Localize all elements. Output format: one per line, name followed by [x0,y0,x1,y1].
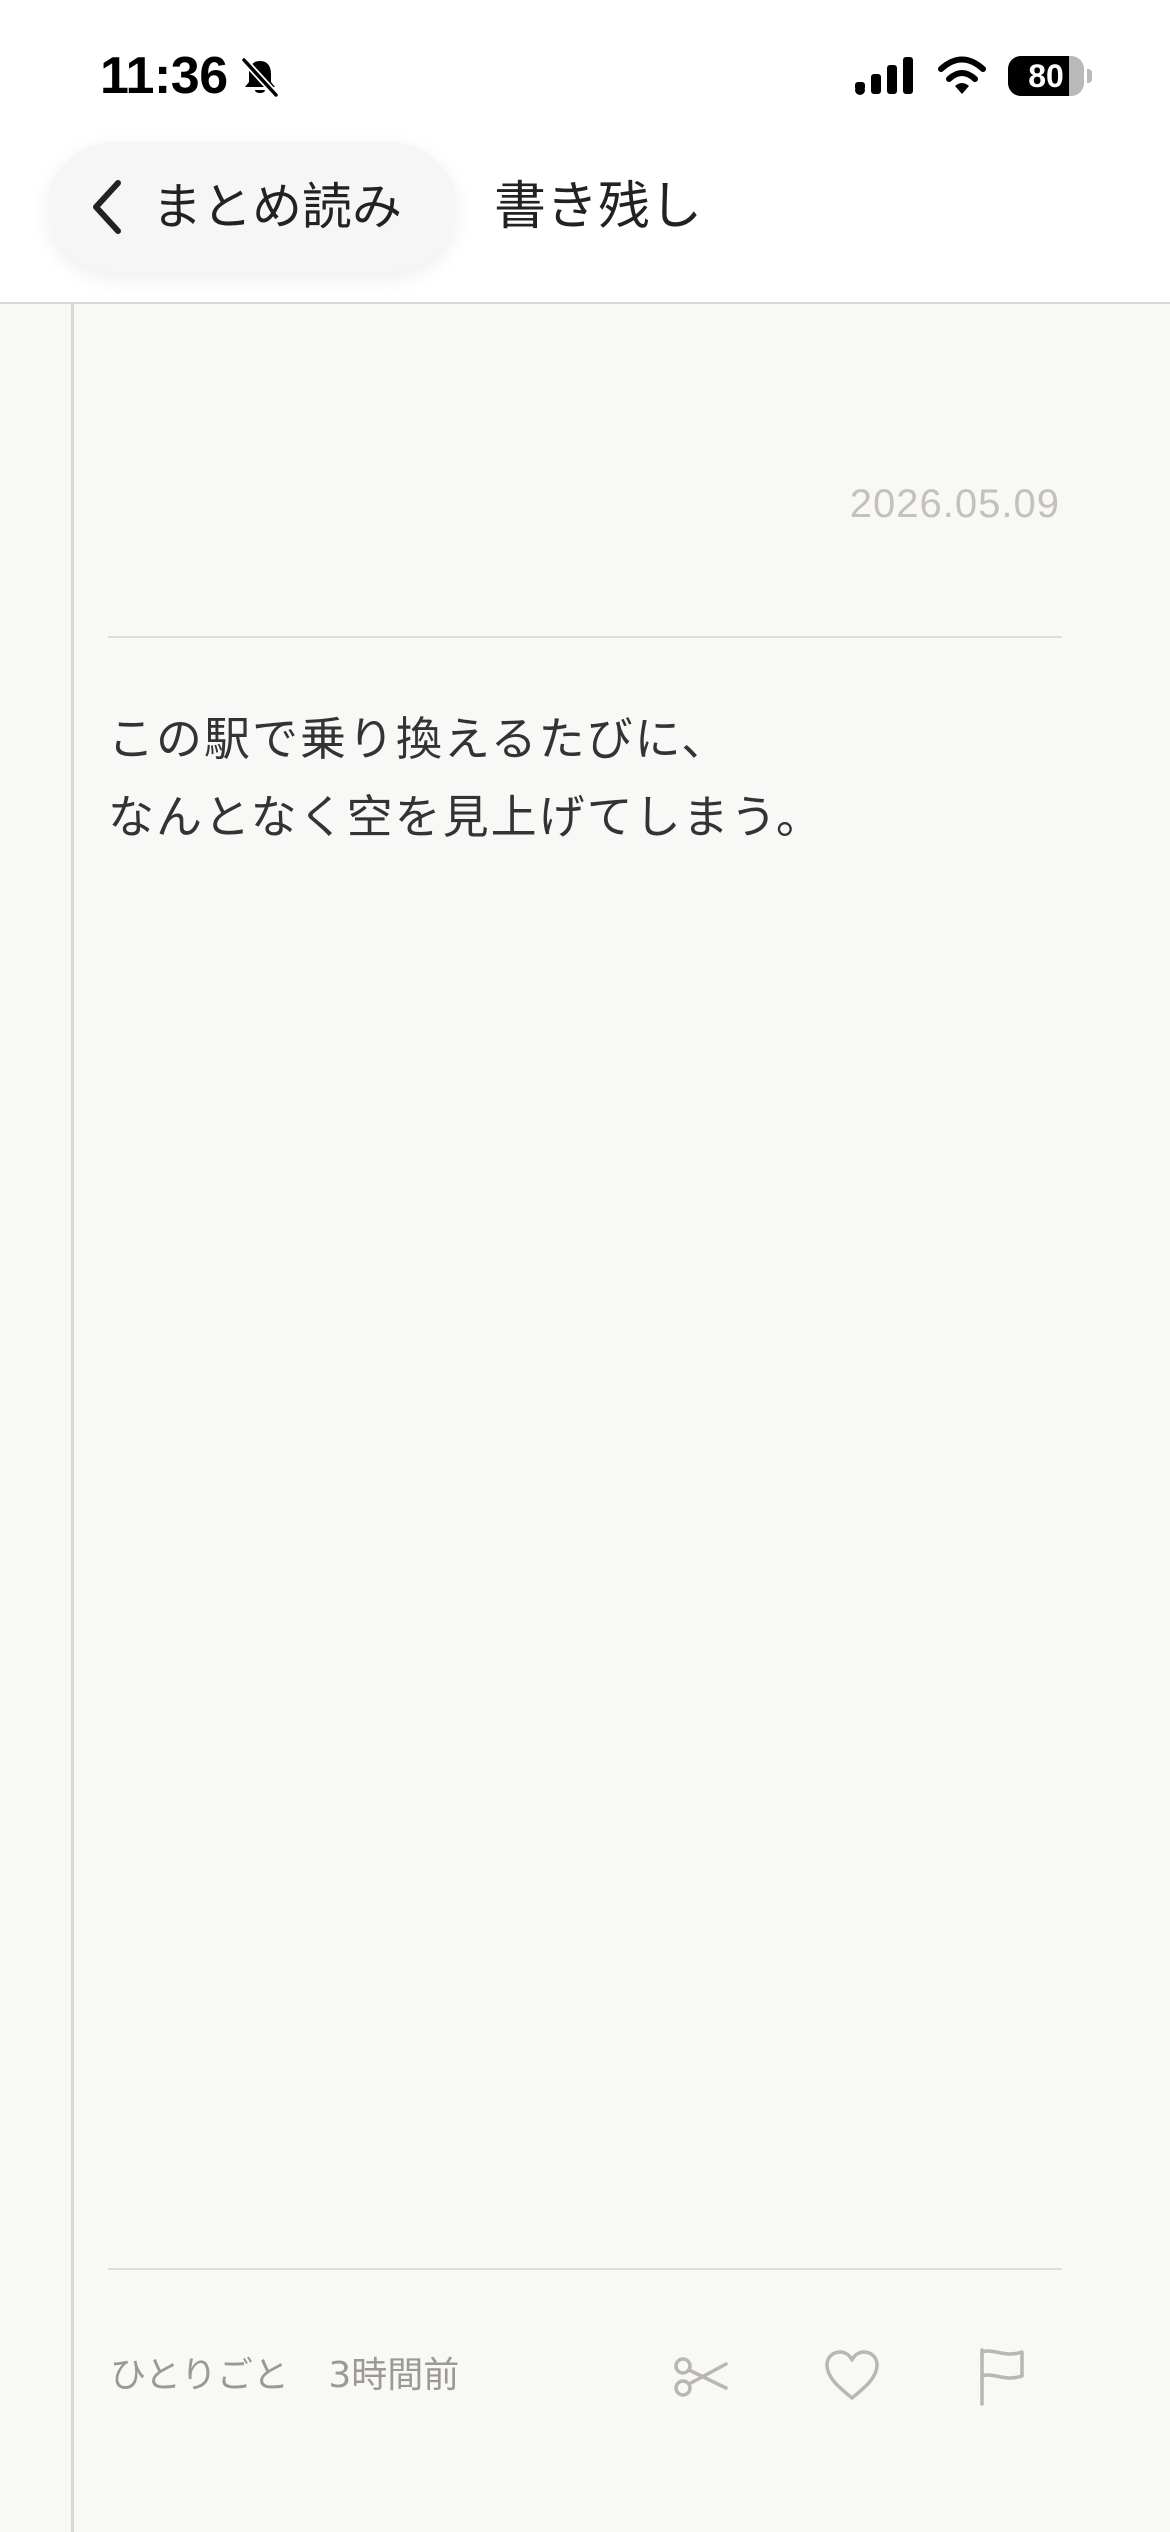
battery-percent: 80 [1028,58,1064,94]
heart-icon [825,2350,879,2400]
entry-line: この駅で乗り換えるたびに、 [108,712,730,766]
battery-body: 80 [1008,56,1084,96]
entry-meta: ひとりごと 3時間前 [110,2346,459,2406]
status-time: 11:36 [100,47,228,105]
status-bar: 11:36 80 [0,0,1170,150]
scissors-icon [674,2357,728,2397]
divider-top [108,636,1062,638]
entry-date: 2026.05.09 [849,482,1060,526]
battery-tip [1087,69,1092,83]
margin-rule [71,304,74,2532]
entry-category: ひとりごと [110,2355,289,2396]
scissors-button[interactable] [670,2344,734,2408]
entry-line: なんとなく空を見上げてしまう。 [108,790,824,844]
back-button-label: まとめ読み [152,178,402,236]
flag-button[interactable] [970,2344,1034,2408]
heart-button[interactable] [820,2344,884,2408]
bell-slash-icon [238,55,282,99]
wifi-icon [936,54,988,96]
entry-body: この駅で乗り換えるたびに、 なんとなく空を見上げてしまう。 [108,700,1062,856]
entry-time-ago: 3時間前 [328,2355,460,2396]
page-title: 書き残し [494,177,703,237]
chevron-left-icon [86,177,126,237]
divider-bottom [108,2268,1062,2270]
signal-icon [854,56,914,96]
battery-icon: 80 [1008,56,1092,96]
flag-icon [980,2348,1024,2406]
back-button[interactable]: まとめ読み [48,142,456,272]
